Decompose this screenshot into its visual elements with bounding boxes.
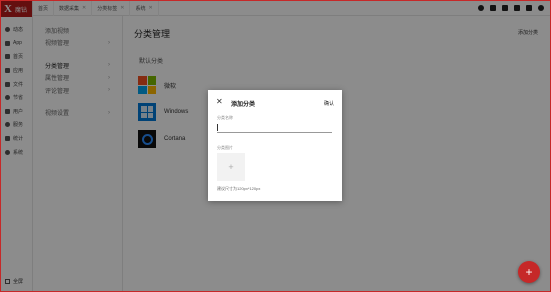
dialog-title: 添加分类 (231, 102, 256, 108)
category-name-field[interactable] (217, 123, 332, 133)
close-icon[interactable]: ✕ (216, 98, 223, 106)
text-caret (217, 124, 218, 131)
category-name-label: 分类名称 (217, 115, 233, 120)
add-fab-button[interactable]: + (518, 261, 540, 283)
plus-icon: + (525, 265, 533, 279)
confirm-button[interactable]: 确认 (324, 100, 334, 107)
plus-icon: + (228, 162, 234, 172)
image-size-hint: 建议尺寸为120px*120px (217, 186, 261, 191)
add-category-dialog: ✕ 添加分类 确认 分类名称 分类图片 + 建议尺寸为120px*120px (208, 90, 342, 201)
image-upload-button[interactable]: + (217, 153, 245, 181)
category-image-label: 分类图片 (217, 145, 233, 150)
